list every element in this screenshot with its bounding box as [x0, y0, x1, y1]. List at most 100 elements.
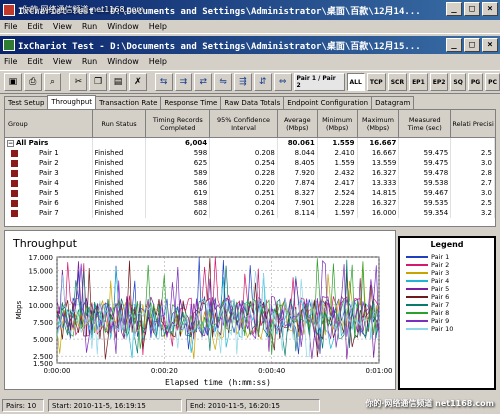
- close-button[interactable]: ×: [482, 2, 498, 16]
- menu2-view[interactable]: View: [53, 57, 72, 66]
- delete-icon[interactable]: ✗: [128, 73, 147, 91]
- menu2-file[interactable]: File: [4, 57, 17, 66]
- swap-endpoints-icon[interactable]: ⇋: [214, 73, 233, 91]
- tab-throughput[interactable]: Throughput: [47, 95, 97, 109]
- menu-help[interactable]: Help: [149, 22, 167, 31]
- pc-button[interactable]: PC: [485, 73, 500, 91]
- copy-icon[interactable]: ❐: [89, 73, 108, 91]
- col-maximum[interactable]: Maximum (Mbps): [358, 110, 400, 137]
- legend-swatch: [406, 304, 428, 306]
- table-row[interactable]: Pair 5 Finished 619 0.251 8.327 2.524 14.815 59…: [5, 188, 495, 198]
- cell-min: 1.597: [318, 208, 358, 218]
- table-row[interactable]: Pair 7 Finished 602 0.261 8.114 1.597 16.000 59…: [5, 208, 495, 218]
- table-row[interactable]: Pair 2 Finished 625 0.254 8.405 1.559 13.559 59…: [5, 158, 495, 168]
- add-multicast-icon[interactable]: ⇉: [174, 73, 193, 91]
- cell-max: 16.000: [358, 208, 400, 218]
- menu2-help[interactable]: Help: [149, 57, 167, 66]
- col-group[interactable]: Group: [5, 110, 93, 137]
- menu-view[interactable]: View: [53, 22, 72, 31]
- run-icon[interactable]: ⇶: [234, 73, 252, 91]
- pg-button[interactable]: PG: [467, 73, 484, 91]
- legend-swatch: [406, 256, 428, 258]
- tab-datagram[interactable]: Datagram: [371, 96, 415, 109]
- all-button[interactable]: ALL: [346, 73, 365, 91]
- legend-item: Pair 1: [406, 253, 494, 261]
- cut-icon[interactable]: ✂: [69, 73, 88, 91]
- menu2-edit[interactable]: Edit: [27, 57, 43, 66]
- save-icon[interactable]: ▣: [4, 73, 22, 91]
- pair-name: Pair 2: [39, 159, 59, 167]
- legend-label: Pair 4: [431, 277, 450, 285]
- col-average[interactable]: Average (Mbps): [278, 110, 318, 137]
- col-confidence[interactable]: 95% Confidence Interval: [210, 110, 278, 137]
- tab-test-setup[interactable]: Test Setup: [4, 96, 49, 109]
- menu-edit[interactable]: Edit: [27, 22, 43, 31]
- menu-window[interactable]: Window: [107, 22, 139, 31]
- legend-swatch: [406, 272, 428, 274]
- collapse-icon[interactable]: −: [7, 139, 14, 147]
- add-pair-icon[interactable]: ⇆: [154, 73, 173, 91]
- pair-icon: [11, 179, 18, 187]
- inner-close-button[interactable]: ×: [482, 38, 498, 52]
- table-row[interactable]: Pair 1 Finished 598 0.208 8.044 2.410 16.667 59…: [5, 148, 495, 158]
- col-timing-records[interactable]: Timing Records Completed: [146, 110, 211, 137]
- tab-transaction-rate[interactable]: Transaction Rate: [95, 96, 162, 109]
- legend-swatch: [406, 320, 428, 322]
- table-row[interactable]: Pair 3 Finished 589 0.228 7.920 2.432 16.327 59…: [5, 168, 495, 178]
- legend-item: Pair 3: [406, 269, 494, 277]
- cell-group: Pair 2: [5, 158, 93, 168]
- cell-status: Finished: [93, 158, 147, 168]
- sq-button[interactable]: SQ: [450, 73, 466, 91]
- col-measured-time[interactable]: Measured Time (sec): [399, 110, 452, 137]
- pair-name: Pair 7: [39, 209, 59, 217]
- print-icon[interactable]: ⎙: [23, 73, 42, 91]
- tcp-button[interactable]: TCP: [366, 73, 386, 91]
- scr-button[interactable]: SCR: [387, 73, 408, 91]
- legend-label: Pair 3: [431, 269, 450, 277]
- inner-minimize-button[interactable]: _: [446, 38, 462, 52]
- tab-endpoint-configuration[interactable]: Endpoint Configuration: [283, 96, 373, 109]
- table-row[interactable]: Pair 4 Finished 586 0.220 7.874 2.417 13.333 59…: [5, 178, 495, 188]
- app-icon: [3, 4, 15, 16]
- edit-pair-icon[interactable]: ⇄: [194, 73, 213, 91]
- cell-avg: 8.405: [278, 158, 318, 168]
- table-row[interactable]: Pair 6 Finished 588 0.204 7.901 2.228 16.327 59…: [5, 198, 495, 208]
- stop-icon[interactable]: ⇵: [253, 73, 272, 91]
- cell-prec: 2.7: [451, 178, 495, 188]
- ep1-button[interactable]: EP1: [409, 73, 428, 91]
- tab-response-time[interactable]: Response Time: [160, 96, 222, 109]
- pair-icon: [11, 209, 18, 217]
- pair-name: Pair 4: [39, 179, 59, 187]
- ep2-button[interactable]: EP2: [429, 73, 449, 91]
- maximize-button[interactable]: □: [464, 2, 480, 16]
- tab-raw-data-totals[interactable]: Raw Data Totals: [220, 96, 285, 109]
- col-minimum[interactable]: Minimum (Mbps): [318, 110, 358, 137]
- results-table: Group Run Status Timing Records Complete…: [4, 109, 496, 227]
- menu2-run[interactable]: Run: [82, 57, 97, 66]
- magnifier-icon[interactable]: ⌕: [43, 73, 62, 91]
- legend-item: Pair 7: [406, 301, 494, 309]
- minimize-button[interactable]: _: [446, 2, 462, 16]
- menu2-window[interactable]: Window: [107, 57, 139, 66]
- legend-swatch: [406, 288, 428, 290]
- cell-time: 59.475: [399, 158, 452, 168]
- cell-records: 588: [146, 198, 211, 208]
- cell-time: 59.478: [399, 168, 452, 178]
- col-run-status[interactable]: Run Status: [93, 110, 147, 137]
- y-axis-label: Mbps: [15, 300, 23, 319]
- cell-min: 1.559: [318, 158, 358, 168]
- menu-run[interactable]: Run: [82, 22, 97, 31]
- inner-maximize-button[interactable]: □: [464, 38, 480, 52]
- legend-swatch: [406, 328, 428, 330]
- y-tick-label: 7.500: [33, 319, 53, 327]
- trace-icon[interactable]: ⇔: [273, 73, 292, 91]
- col-relative-precision[interactable]: Relati Precisi: [451, 110, 495, 137]
- cell-prec: 2.5: [451, 198, 495, 208]
- legend-panel: Legend Pair 1 Pair 2 Pair 3 Pair 4 Pair 5 Pai…: [398, 236, 496, 390]
- all-pairs-row[interactable]: − All Pairs 6,004 80.061 1.559 16.667: [5, 138, 495, 148]
- cell-max: 16.667: [358, 148, 400, 158]
- pair-toggle-button[interactable]: Pair 1 / Pair 2: [293, 73, 345, 91]
- pair-icon: [11, 199, 18, 207]
- paste-icon[interactable]: ▤: [109, 73, 127, 91]
- menu-file[interactable]: File: [4, 22, 17, 31]
